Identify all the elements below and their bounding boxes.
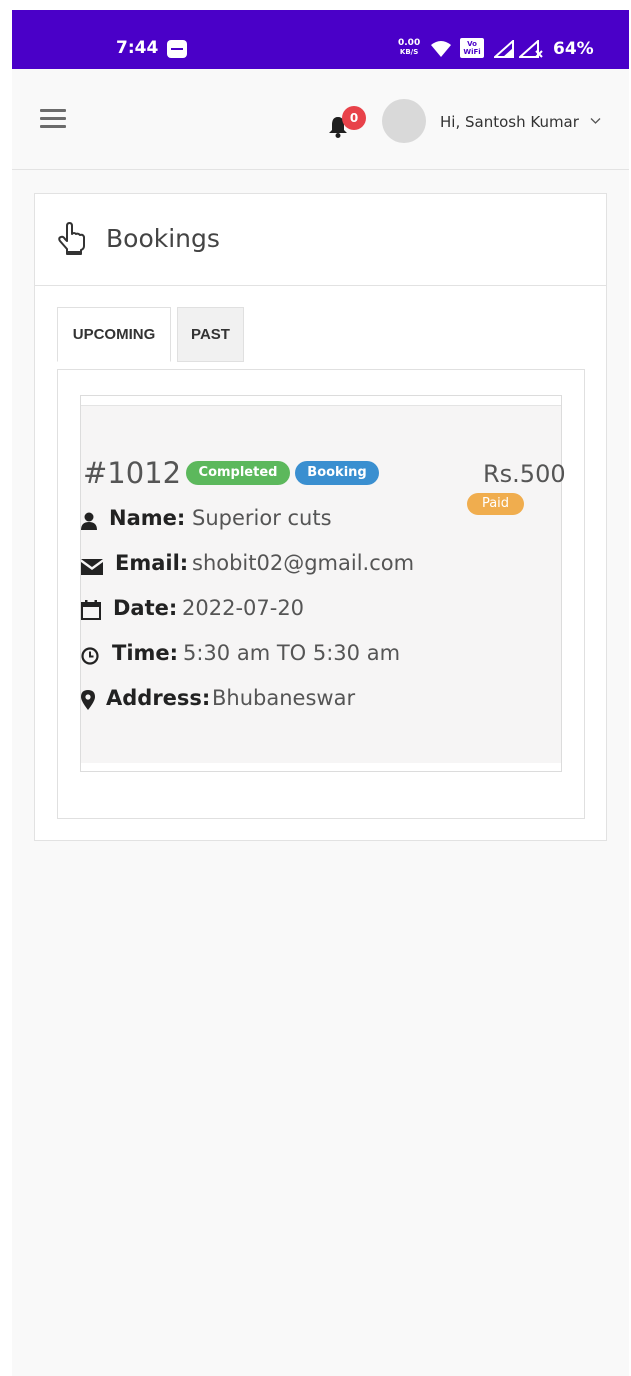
user-icon <box>81 512 97 530</box>
user-greeting[interactable]: Hi, Santosh Kumar <box>440 113 579 131</box>
network-speed-value: 0.00 <box>398 38 421 48</box>
booking-card-body: #1012 Completed Booking Rs.500 Paid Name… <box>81 405 566 763</box>
type-badge-booking: Booking <box>295 461 379 485</box>
calendar-icon <box>81 600 101 620</box>
name-label: Name: <box>109 506 186 530</box>
map-marker-icon <box>81 690 95 710</box>
app-screen: 7:44 0.00 KB/S Vo WiFi 64% 0 Hi, Santosh… <box>12 10 629 1376</box>
avatar[interactable] <box>382 99 426 143</box>
status-bar: 7:44 0.00 KB/S Vo WiFi 64% <box>12 10 629 69</box>
hamburger-menu-icon[interactable] <box>40 109 66 129</box>
status-time: 7:44 <box>116 38 159 58</box>
app-header: 0 Hi, Santosh Kumar <box>12 69 629 170</box>
name-value: Superior cuts <box>192 506 332 530</box>
time-label: Time: <box>112 641 179 665</box>
card-header: Bookings <box>35 194 606 286</box>
email-label: Email: <box>115 551 189 575</box>
time-value: 5:30 am TO 5:30 am <box>183 641 401 665</box>
booking-price: Rs.500 <box>483 460 566 488</box>
envelope-icon <box>81 559 103 575</box>
page-title: Bookings <box>106 224 220 253</box>
wifi-icon <box>431 41 451 57</box>
network-speed: 0.00 KB/S <box>398 38 421 57</box>
date-value: 2022-07-20 <box>182 596 305 620</box>
vowifi-icon: Vo WiFi <box>460 38 484 58</box>
signal-icon <box>494 40 514 58</box>
notification-count-badge: 0 <box>342 106 366 130</box>
notification-app-icon <box>167 40 187 58</box>
tab-past[interactable]: PAST <box>177 307 244 362</box>
hand-pointer-icon <box>58 222 85 255</box>
email-value: shobit02@gmail.com <box>192 551 415 575</box>
notifications-button[interactable]: 0 <box>326 106 376 146</box>
payment-status-badge: Paid <box>467 493 524 515</box>
clock-icon <box>81 647 99 665</box>
address-label: Address: <box>106 686 211 710</box>
battery-level: 64% <box>553 39 594 59</box>
status-badge-completed: Completed <box>186 461 290 485</box>
bookings-card: Bookings UPCOMING PAST #1012 Completed B… <box>34 193 607 841</box>
tab-upcoming[interactable]: UPCOMING <box>57 307 171 362</box>
date-label: Date: <box>113 596 178 620</box>
booking-id: #1012 <box>83 456 182 490</box>
network-speed-unit: KB/S <box>399 48 419 56</box>
chevron-down-icon[interactable] <box>590 117 601 125</box>
booking-card[interactable]: #1012 Completed Booking Rs.500 Paid Name… <box>80 395 566 772</box>
tab-panel-upcoming: #1012 Completed Booking Rs.500 Paid Name… <box>57 369 585 819</box>
address-value: Bhubaneswar <box>212 686 356 710</box>
signal-no-sim-icon <box>519 40 543 58</box>
